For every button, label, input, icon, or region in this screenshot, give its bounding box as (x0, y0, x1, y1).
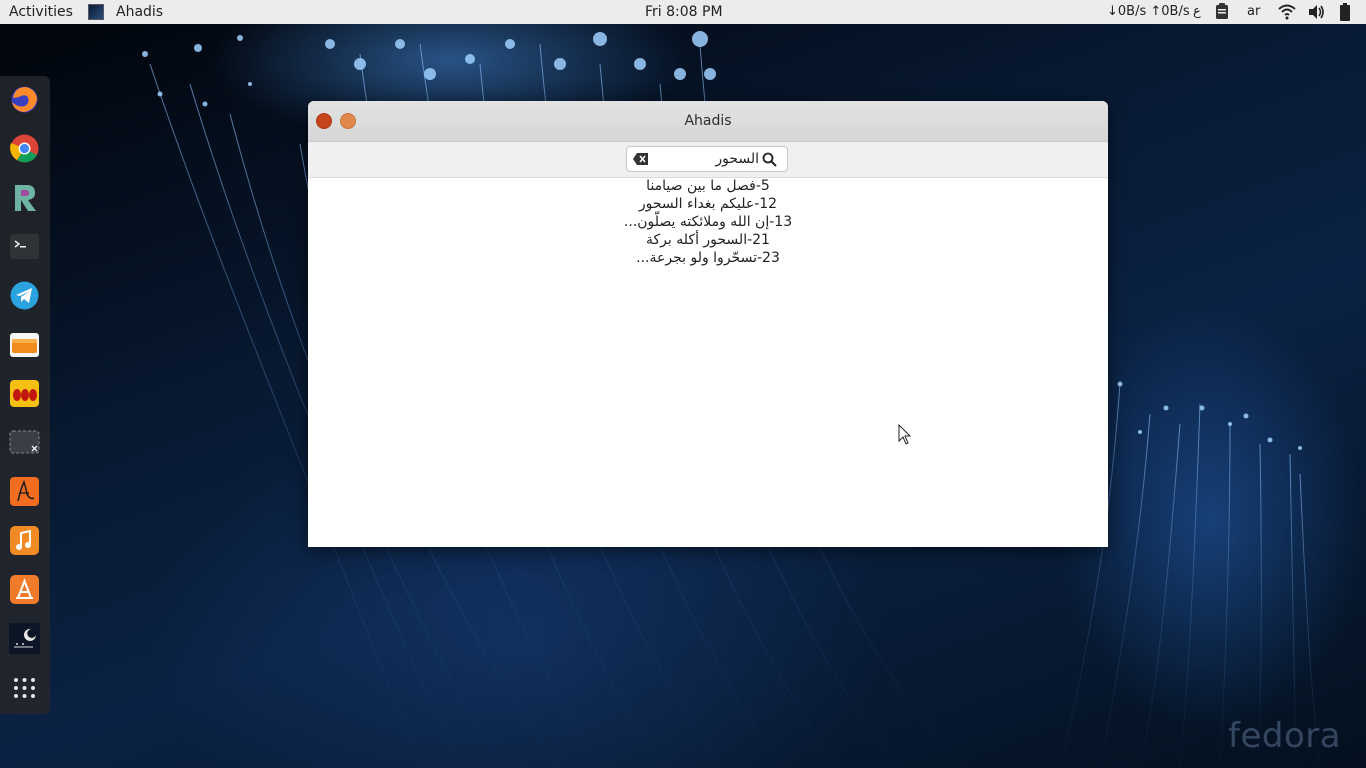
network-speed[interactable]: ↓0B/s ↑0B/s (1107, 0, 1190, 24)
list-item[interactable]: 5-فصل ما بين صيامنا (308, 177, 1108, 195)
top-bar: Activities Ahadis Fri 8:08 PM ↓0B/s ↑0B/… (0, 0, 1366, 24)
search-input[interactable] (649, 147, 759, 171)
screenshot-icon[interactable] (9, 427, 40, 458)
acrobat-icon[interactable] (9, 476, 40, 507)
results-list: 5-فصل ما بين صيامنا 12-عليكم بغداء السحو… (308, 177, 1108, 267)
list-item[interactable]: 13-إن الله وملائكته يصلّون... (308, 213, 1108, 231)
ahadis-window: Ahadis 5-فصل ما بين صيامنا 12-عليكم بغدا… (308, 101, 1108, 547)
search-bar (308, 142, 1108, 178)
files-icon[interactable] (9, 329, 40, 360)
ahadis-icon[interactable] (9, 623, 40, 654)
app-menu[interactable]: Ahadis (116, 0, 163, 24)
firefox-icon[interactable] (9, 84, 40, 115)
window-titlebar[interactable]: Ahadis (308, 101, 1108, 142)
telegram-icon[interactable] (9, 280, 40, 311)
music-icon[interactable] (9, 525, 40, 556)
wifi-icon[interactable] (1278, 4, 1296, 20)
ahadis-app-icon[interactable] (88, 4, 104, 20)
input-language[interactable]: ar (1247, 0, 1260, 24)
mouse-cursor (898, 424, 912, 445)
dash-dock (0, 76, 50, 714)
terminal-icon[interactable] (9, 231, 40, 262)
slides-icon[interactable] (9, 378, 40, 409)
show-apps-icon[interactable] (9, 672, 40, 703)
list-item[interactable]: 21-السحور أكله بركة (308, 231, 1108, 249)
clock[interactable]: Fri 8:08 PM (645, 0, 723, 24)
volume-icon[interactable] (1307, 4, 1325, 20)
list-item[interactable]: 23-تسحّروا ولو بجرعة... (308, 249, 1108, 267)
battery-icon[interactable] (1339, 3, 1351, 21)
search-box[interactable] (626, 146, 788, 172)
activities-button[interactable]: Activities (9, 0, 73, 24)
search-icon (762, 152, 777, 167)
clipboard-icon[interactable] (1215, 3, 1229, 20)
window-title: Ahadis (684, 113, 732, 129)
software-store-icon[interactable] (9, 574, 40, 605)
list-item[interactable]: 12-عليكم بغداء السحور (308, 195, 1108, 213)
keyboard-layout[interactable]: ع (1193, 0, 1201, 24)
fedora-watermark: fedora (1228, 716, 1342, 756)
chrome-icon[interactable] (9, 133, 40, 164)
rstudio-icon[interactable] (9, 182, 40, 213)
clear-search-icon[interactable] (633, 153, 648, 165)
